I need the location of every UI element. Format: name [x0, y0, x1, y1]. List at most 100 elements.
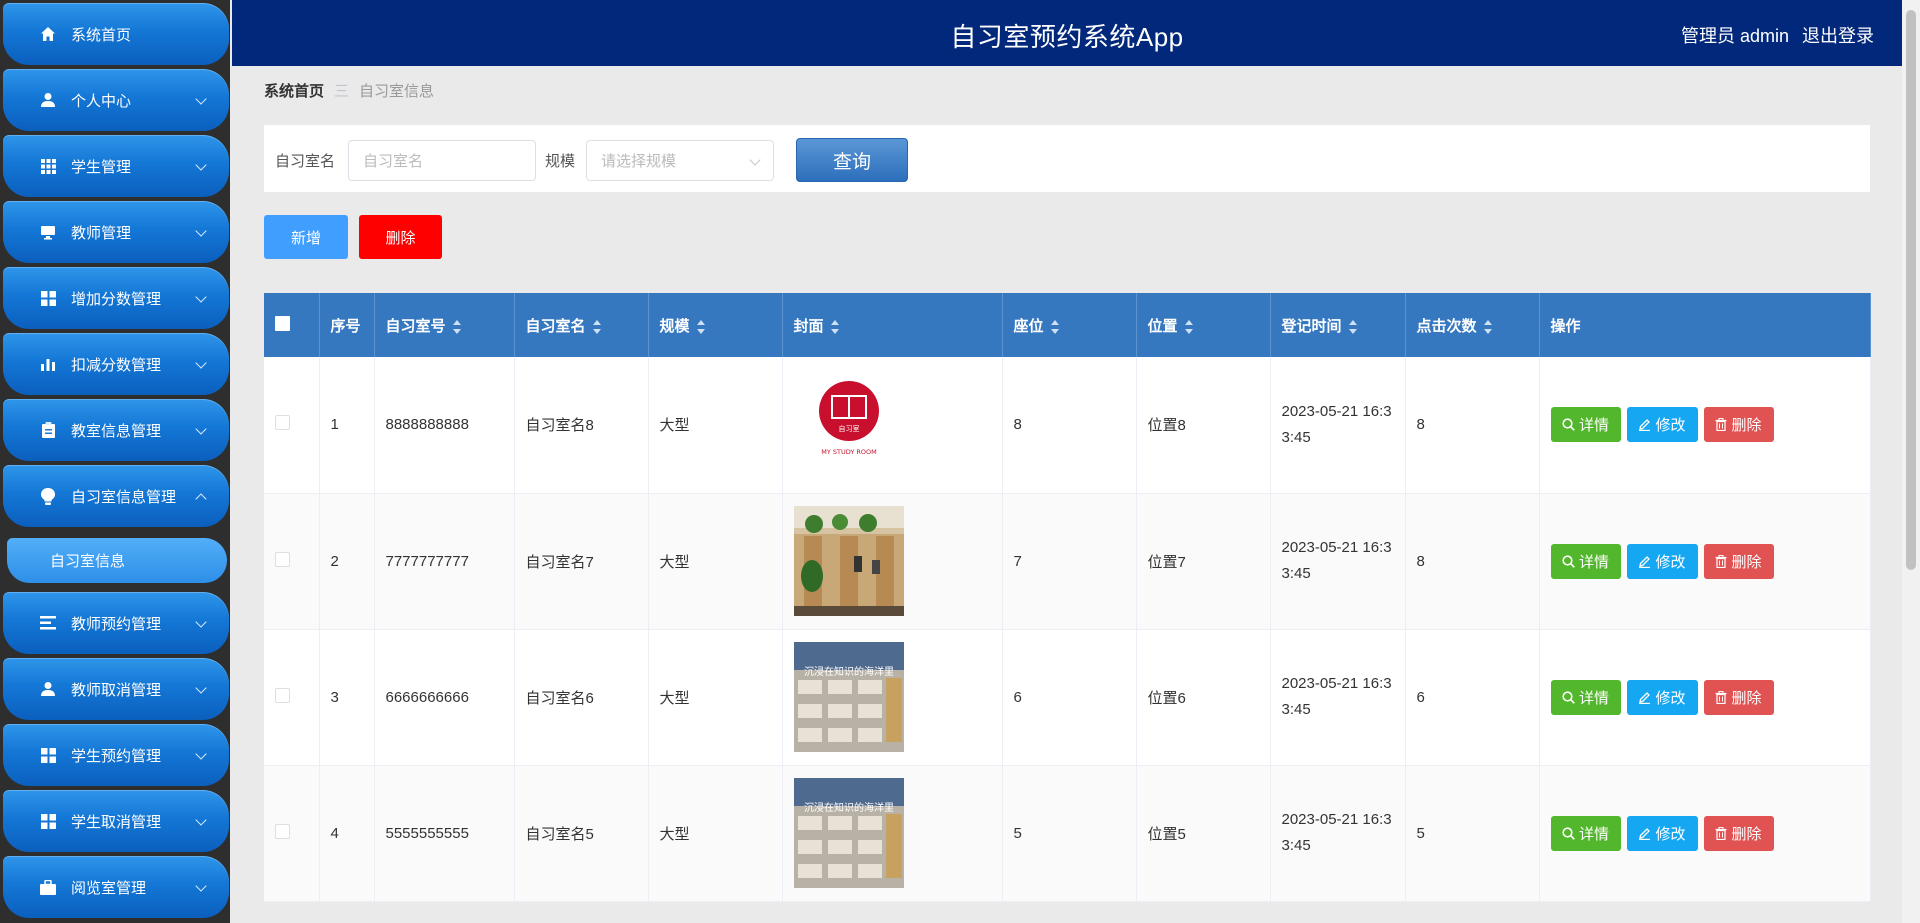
- detail-button[interactable]: 详情: [1550, 815, 1621, 851]
- row-checkbox[interactable]: [275, 415, 290, 431]
- row-actions: 详情 修改 删除: [1539, 493, 1871, 630]
- delete-button[interactable]: 删除: [1703, 815, 1774, 851]
- sidebar-item-reading-room[interactable]: 阅览室管理: [3, 856, 229, 918]
- column-header[interactable]: 座位: [1002, 293, 1137, 357]
- briefcase-icon: [39, 878, 57, 896]
- column-header[interactable]: 位置: [1136, 293, 1271, 357]
- scale-select[interactable]: 请选择规模: [586, 140, 774, 181]
- search-icon: [1562, 554, 1575, 568]
- sort-icon[interactable]: [452, 319, 462, 335]
- delete-button[interactable]: 删除: [1703, 407, 1774, 443]
- edit-button[interactable]: 修改: [1626, 407, 1698, 443]
- edit-button[interactable]: 修改: [1626, 679, 1698, 715]
- detail-button[interactable]: 详情: [1550, 407, 1621, 443]
- svg-text:沉浸在知识的海洋里: 沉浸在知识的海洋里: [804, 665, 894, 678]
- row-no: 1: [319, 357, 375, 494]
- select-all-checkbox[interactable]: [275, 315, 290, 331]
- edit-button[interactable]: 修改: [1626, 543, 1698, 579]
- list-icon: [39, 614, 57, 632]
- register-time: 2023-05-21 16:33:45: [1270, 765, 1406, 902]
- sidebar-item-add-score[interactable]: 增加分数管理: [3, 267, 229, 329]
- svg-text:MY STUDY ROOM: MY STUDY ROOM: [821, 448, 877, 456]
- sort-icon[interactable]: [1348, 319, 1358, 335]
- row-no: 4: [319, 765, 375, 902]
- sidebar-item-student-cancel[interactable]: 学生取消管理: [3, 790, 229, 852]
- column-header[interactable]: 自习室号: [374, 293, 515, 357]
- sidebar-subitem-study-room-info[interactable]: 自习室信息: [7, 538, 227, 583]
- sidebar-item-teacher-cancel[interactable]: 教师取消管理: [3, 658, 229, 720]
- bulb-icon: [39, 487, 57, 505]
- button-label: 删除: [1731, 689, 1762, 707]
- row-checkbox[interactable]: [275, 687, 290, 703]
- chevron-down-icon: [195, 748, 207, 760]
- monitor-icon: [39, 223, 57, 241]
- sidebar-subitem-label: 自习室信息: [50, 553, 126, 570]
- query-button[interactable]: 查询: [796, 138, 908, 182]
- click-count: 6: [1405, 629, 1540, 766]
- study-room-table: 序号 自习室号 自习室名 规模 封面 座位 位置 登记时间 点击次数 操作 1 …: [264, 293, 1871, 902]
- sort-icon[interactable]: [830, 319, 840, 335]
- seats: 7: [1002, 493, 1137, 630]
- row-no: 3: [319, 629, 375, 766]
- button-label: 修改: [1655, 689, 1686, 707]
- sidebar-item-deduct-score[interactable]: 扣减分数管理: [3, 333, 229, 395]
- sort-icon[interactable]: [1483, 319, 1493, 335]
- row-checkbox[interactable]: [275, 551, 290, 567]
- logout-link[interactable]: 退出登录: [1802, 26, 1874, 46]
- sort-icon[interactable]: [696, 319, 706, 335]
- chevron-down-icon: [195, 93, 207, 105]
- sidebar-item-label: 教师管理: [71, 224, 132, 242]
- register-time: 2023-05-21 16:33:45: [1270, 357, 1406, 494]
- column-header[interactable]: 自习室名: [514, 293, 649, 357]
- column-header[interactable]: 封面: [782, 293, 1003, 357]
- room-scale: 大型: [648, 493, 783, 630]
- row-actions: 详情 修改 删除: [1539, 765, 1871, 902]
- batch-delete-button[interactable]: 删除: [359, 215, 442, 259]
- column-header[interactable]: 点击次数: [1405, 293, 1540, 357]
- sort-icon[interactable]: [1184, 319, 1194, 335]
- breadcrumb-home[interactable]: 系统首页: [264, 83, 324, 100]
- chevron-down-icon: [195, 357, 207, 369]
- cover-cell: [782, 493, 1003, 630]
- button-label: 修改: [1655, 825, 1686, 843]
- column-header[interactable]: 规模: [648, 293, 783, 357]
- sidebar-item-profile[interactable]: 个人中心: [3, 69, 229, 131]
- button-label: 详情: [1578, 825, 1609, 843]
- row-checkbox[interactable]: [275, 823, 290, 839]
- name-search-input[interactable]: 自习室名: [348, 140, 536, 181]
- detail-button[interactable]: 详情: [1550, 679, 1621, 715]
- detail-button[interactable]: 详情: [1550, 543, 1621, 579]
- sort-icon[interactable]: [592, 319, 602, 335]
- scrollbar-thumb[interactable]: [1906, 10, 1916, 570]
- table-row: 4 5555555555 自习室名5 大型 沉浸在知识的海洋里 5 位置5 20…: [264, 765, 1871, 902]
- trash-icon: [1715, 826, 1727, 840]
- sidebar-item-label: 学生预约管理: [71, 747, 162, 765]
- sidebar-item-teacher-booking[interactable]: 教师预约管理: [3, 592, 229, 654]
- page-scrollbar[interactable]: [1902, 0, 1920, 923]
- row-select-cell: [264, 493, 320, 630]
- chevron-down-icon: [195, 616, 207, 628]
- room-no: 6666666666: [374, 629, 515, 766]
- sidebar-item-teachers[interactable]: 教师管理: [3, 201, 229, 263]
- sidebar-item-classroom[interactable]: 教室信息管理: [3, 399, 229, 461]
- register-time: 2023-05-21 16:33:45: [1270, 629, 1406, 766]
- sidebar-item-label: 增加分数管理: [71, 290, 162, 308]
- column-header[interactable]: 登记时间: [1270, 293, 1406, 357]
- edit-button[interactable]: 修改: [1626, 815, 1698, 851]
- sidebar-item-study-room[interactable]: 自习室信息管理: [3, 465, 229, 527]
- sidebar-item-student-booking[interactable]: 学生预约管理: [3, 724, 229, 786]
- sidebar-item-students[interactable]: 学生管理: [3, 135, 229, 197]
- add-button[interactable]: 新增: [264, 215, 348, 259]
- room-scale: 大型: [648, 765, 783, 902]
- column-header: 序号: [319, 293, 375, 357]
- chevron-down-icon: [195, 159, 207, 171]
- table-row: 2 7777777777 自习室名7 大型 7 位置7 2023-05-21 1…: [264, 493, 1871, 630]
- delete-button[interactable]: 删除: [1703, 679, 1774, 715]
- button-label: 详情: [1578, 689, 1609, 707]
- sidebar-item-home[interactable]: 系统首页: [3, 3, 229, 65]
- trash-icon: [1715, 418, 1727, 432]
- sort-icon[interactable]: [1050, 319, 1060, 335]
- delete-button[interactable]: 删除: [1703, 543, 1774, 579]
- button-label: 删除: [1731, 417, 1762, 435]
- register-time: 2023-05-21 16:33:45: [1270, 493, 1406, 630]
